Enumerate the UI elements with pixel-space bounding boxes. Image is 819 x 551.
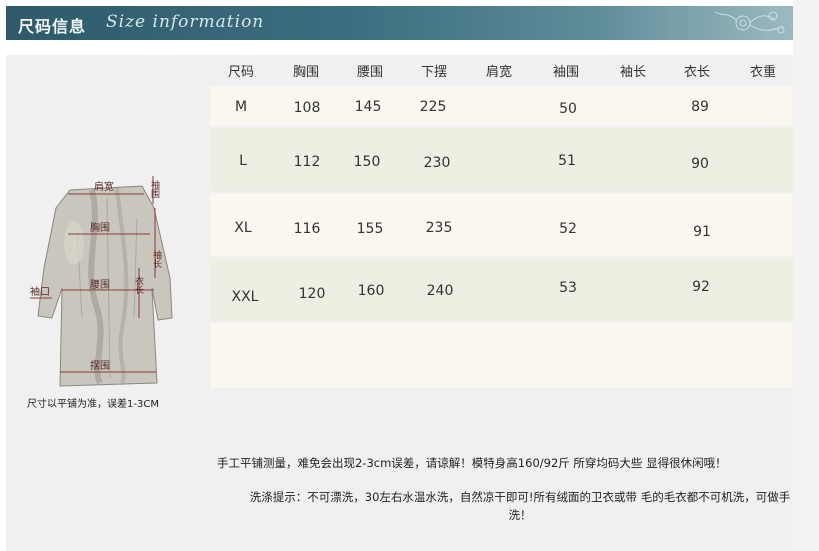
- cell-size: XXL: [231, 289, 259, 305]
- cell-body-length: 89: [691, 99, 709, 115]
- label-sleeve-width: 袖围: [149, 179, 160, 199]
- label-hem: 摆围: [90, 359, 110, 372]
- banner-title-en: Size information: [106, 12, 265, 32]
- measurement-note: 手工平铺测量，难免会出现2-3cm误差，请谅解！模特身高160/92斤 所穿均码…: [217, 456, 727, 470]
- label-sleeve-length: 袖长: [151, 249, 162, 269]
- cell-waist: 150: [353, 154, 381, 170]
- label-waist: 腰围: [90, 279, 110, 291]
- cell-chest: 120: [298, 286, 326, 302]
- cell-sleeve-width: 52: [559, 221, 577, 237]
- cell-size: M: [234, 99, 248, 115]
- wash-note: 洗涤提示：不可漂洗，30左右水温水洗，自然凉干即可!所有绒面的卫衣或带 毛的毛衣…: [249, 490, 791, 522]
- header-hem: 下摆: [420, 64, 447, 80]
- side-strip: [793, 0, 819, 551]
- garment-diagram: 肩宽 胸围 腰围 摆围 袖口 袖围 袖长 衣长: [30, 176, 173, 387]
- banner-title-cn: 尺码信息: [18, 17, 87, 36]
- header-waist: 腰围: [356, 64, 383, 80]
- floral-ornament-icon: [714, 11, 785, 34]
- cell-waist: 160: [357, 283, 385, 299]
- header-body-length: 衣长: [683, 64, 710, 80]
- cell-chest: 108: [293, 100, 321, 116]
- cell-sleeve-width: 53: [559, 280, 577, 296]
- size-info-banner: 尺码信息 Size information: [6, 6, 793, 40]
- header-size: 尺码: [227, 64, 254, 80]
- cell-hem: 235: [425, 220, 453, 236]
- cell-sleeve-width: 50: [559, 101, 577, 117]
- label-shoulder: 肩宽: [94, 180, 114, 193]
- label-body-length: 衣长: [133, 275, 144, 295]
- header-weight: 衣重: [749, 64, 776, 80]
- header-sleeve-length: 袖长: [619, 64, 646, 80]
- cell-waist: 155: [356, 221, 384, 237]
- figure-caption: 尺寸以平铺为准，误差1-3CM: [27, 399, 159, 410]
- header-chest: 胸围: [292, 64, 319, 80]
- cell-hem: 225: [419, 99, 447, 115]
- cell-sleeve-width: 51: [558, 153, 576, 169]
- label-chest: 胸围: [90, 221, 110, 234]
- cell-body-length: 91: [693, 224, 711, 240]
- table-row-empty: [210, 323, 793, 388]
- cell-size: XL: [234, 220, 252, 236]
- cell-body-length: 90: [691, 156, 709, 172]
- cell-chest: 112: [293, 154, 321, 170]
- header-shoulder: 肩宽: [485, 64, 512, 80]
- label-cuff: 袖口: [30, 285, 50, 298]
- cell-chest: 116: [293, 221, 321, 237]
- cell-body-length: 92: [692, 279, 710, 295]
- cell-waist: 145: [354, 99, 382, 115]
- cell-hem: 230: [423, 155, 451, 171]
- cell-size: L: [239, 153, 247, 169]
- cell-hem: 240: [426, 283, 454, 299]
- header-sleeve-width: 袖围: [552, 64, 579, 80]
